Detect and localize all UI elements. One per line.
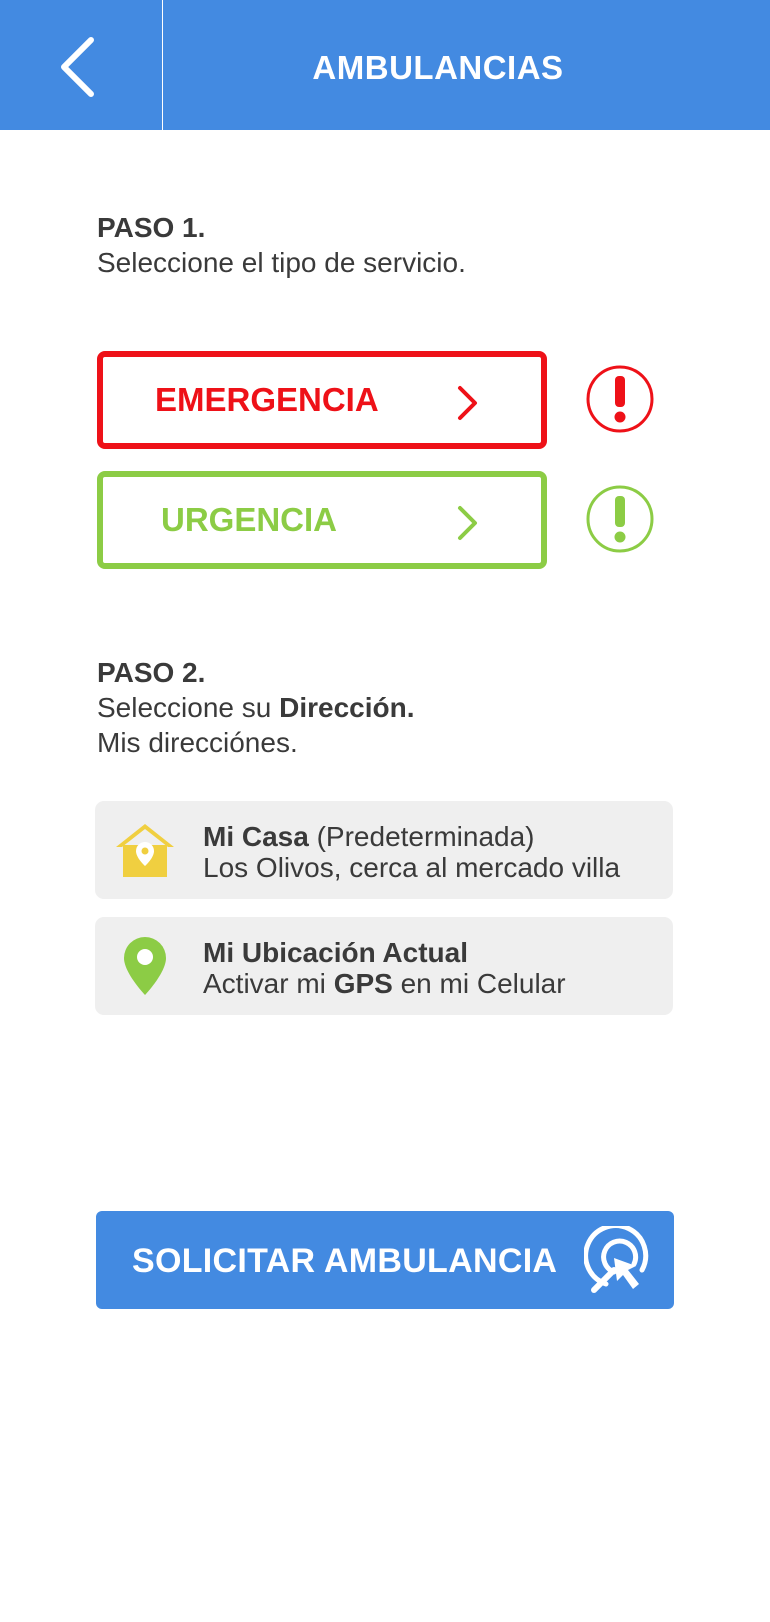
gps-text-prefix: Activar mi: [203, 968, 334, 999]
step2-heading: PASO 2.: [97, 657, 206, 688]
emergency-alert-icon: [586, 365, 654, 433]
request-ambulance-button[interactable]: SOLICITAR AMBULANCIA: [96, 1211, 674, 1309]
gps-text-bold: GPS: [333, 968, 393, 999]
address-text-current: Mi Ubicación Actual Activar mi GPS en mi…: [203, 937, 566, 999]
address-detail-home: Los Olivos, cerca al mercado villa: [203, 852, 621, 883]
gps-text-suffix: en mi Celular: [392, 968, 566, 999]
chevron-left-icon: [61, 37, 94, 97]
urgency-button[interactable]: URGENCIA: [97, 471, 547, 569]
step2-text: Seleccione su Dirección.: [97, 690, 415, 725]
address-detail-current: Activar mi GPS en mi Celular: [203, 968, 566, 999]
step2-text-bold: Dirección.: [279, 692, 415, 723]
request-ambulance-label: SOLICITAR AMBULANCIA: [132, 1242, 558, 1280]
chevron-right-icon: [458, 386, 477, 420]
step1-text: Seleccione el tipo de servicio.: [97, 247, 466, 278]
address-tag-home: (Predeterminada): [308, 821, 535, 852]
address-item-current-location[interactable]: Mi Ubicación Actual Activar mi GPS en mi…: [95, 917, 673, 1015]
chevron-right-icon: [458, 506, 477, 540]
step2-text-prefix: Seleccione su: [97, 692, 280, 723]
back-button[interactable]: [0, 0, 163, 130]
step1-heading: PASO 1.: [97, 212, 206, 243]
map-pin-icon: [124, 937, 166, 995]
step2-section: PASO 2. Seleccione su Dirección. Mis dir…: [97, 655, 415, 760]
home-location-icon: [116, 824, 174, 877]
step2-subtitle: Mis direcciónes.: [97, 727, 298, 758]
emergency-button[interactable]: EMERGENCIA: [97, 351, 547, 449]
urgency-label: URGENCIA: [161, 501, 338, 538]
tap-target-icon: [584, 1226, 649, 1293]
app-header: AMBULANCIAS: [0, 0, 770, 130]
address-name-current: Mi Ubicación Actual: [203, 937, 469, 968]
address-item-home[interactable]: Mi Casa (Predeterminada) Los Olivos, cer…: [95, 801, 673, 899]
address-name-home: Mi Casa: [203, 821, 309, 852]
page-title: AMBULANCIAS: [312, 49, 564, 86]
urgency-alert-icon: [586, 485, 654, 553]
step1-section: PASO 1. Seleccione el tipo de servicio.: [97, 210, 466, 280]
address-text-home: Mi Casa (Predeterminada) Los Olivos, cer…: [203, 821, 620, 883]
emergency-label: EMERGENCIA: [155, 381, 379, 418]
